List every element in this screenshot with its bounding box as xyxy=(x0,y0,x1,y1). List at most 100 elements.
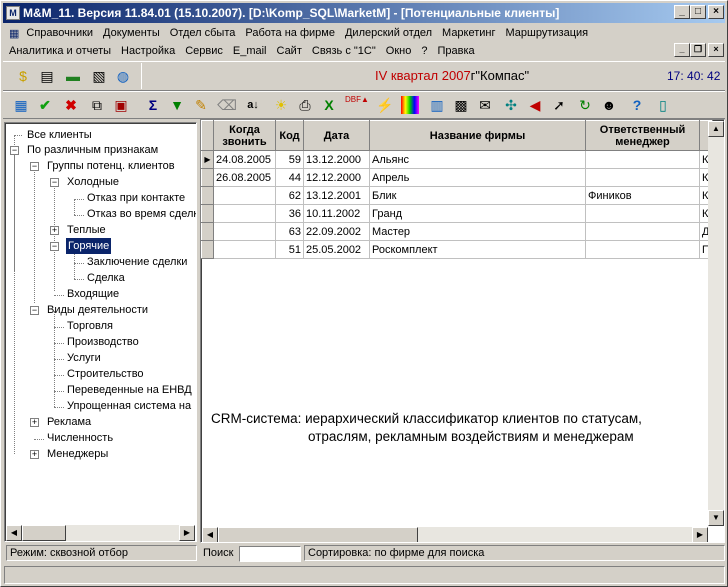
cash-icon[interactable]: ▬ xyxy=(63,66,83,86)
col-header-firm-name[interactable]: Название фирмы xyxy=(369,120,586,151)
menu-item-window[interactable]: Окно xyxy=(381,45,417,57)
checkmark-icon[interactable]: ✔ xyxy=(35,95,55,115)
print-record-icon[interactable]: ▣ xyxy=(111,95,131,115)
tree-collapse-toggle[interactable]: − xyxy=(50,178,59,187)
menu-item-analytics[interactable]: Аналитика и отчеты xyxy=(3,45,116,57)
tree-node-services[interactable]: Услуги xyxy=(67,350,101,366)
calculator-icon[interactable]: ▤ xyxy=(37,66,57,86)
menu-item-sales[interactable]: Отдел сбыта xyxy=(165,27,241,39)
filter-icon[interactable]: ▼ xyxy=(167,95,187,115)
tree-collapse-toggle[interactable]: − xyxy=(30,162,39,171)
cell-firm-name[interactable]: Апрель xyxy=(369,168,586,187)
tree-collapse-toggle[interactable]: − xyxy=(10,146,19,155)
search-input[interactable] xyxy=(239,546,301,562)
printer-icon[interactable]: ⎙ xyxy=(295,95,315,115)
menu-item-site[interactable]: Сайт xyxy=(272,45,307,57)
user-check-icon[interactable]: ☻ xyxy=(599,95,619,115)
dbf-export-icon[interactable]: DBF▲ xyxy=(345,95,369,115)
scroll-right-icon[interactable]: ▶ xyxy=(692,527,708,542)
menu-item-service[interactable]: Сервис xyxy=(180,45,228,57)
pen-icon[interactable]: ✎ xyxy=(191,95,211,115)
tree-node-headcount[interactable]: Численность xyxy=(47,430,113,446)
maximize-button[interactable]: □ xyxy=(690,5,706,19)
cursor-icon[interactable]: ➚ xyxy=(549,95,569,115)
menu-item-routing[interactable]: Маршрутизация xyxy=(501,27,594,39)
tree-node-cold[interactable]: Холодные xyxy=(67,174,119,190)
tree-node-simplified[interactable]: Упрощенная система на xyxy=(67,398,191,414)
tree-horizontal-scrollbar[interactable]: ◀ ▶ xyxy=(6,525,195,541)
cell-code[interactable]: 36 xyxy=(275,204,304,223)
menu-item-edit[interactable]: Правка xyxy=(432,45,479,57)
tree-node-deal[interactable]: Сделка xyxy=(87,270,125,286)
cell-date[interactable]: 13.12.2001 xyxy=(303,186,370,205)
cell-manager[interactable] xyxy=(585,204,700,223)
cell-date[interactable]: 12.12.2000 xyxy=(303,168,370,187)
cell-manager[interactable]: Фиников xyxy=(585,186,700,205)
menu-item-settings[interactable]: Настройка xyxy=(116,45,180,57)
refresh-icon[interactable]: ↻ xyxy=(575,95,595,115)
calendar-icon[interactable]: ▩ xyxy=(451,95,471,115)
table-row[interactable]: 36 10.11.2002 Гранд К xyxy=(201,204,713,223)
table-row[interactable]: 63 22.09.2002 Мастер Д xyxy=(201,222,713,241)
tree-expand-toggle[interactable]: + xyxy=(30,450,39,459)
clients-grid[interactable]: Когда звонить Код Дата Название фирмы От… xyxy=(200,119,725,543)
app-icon[interactable]: M xyxy=(6,6,20,20)
cell-manager[interactable] xyxy=(585,168,700,187)
close-button[interactable]: × xyxy=(708,5,724,19)
menu-item-1c-link[interactable]: Связь с "1С" xyxy=(307,45,381,57)
scroll-right-icon[interactable]: ▶ xyxy=(179,525,195,541)
menu-item-dealer[interactable]: Дилерский отдел xyxy=(340,27,437,39)
cell-code[interactable]: 59 xyxy=(275,150,304,169)
tree-node-hot[interactable]: Горячие xyxy=(66,238,112,254)
cell-call-when[interactable] xyxy=(213,186,276,205)
tree-node-trade[interactable]: Торговля xyxy=(67,318,113,334)
globe-icon[interactable]: ◍ xyxy=(113,66,133,86)
menu-item-email[interactable]: E_mail xyxy=(228,45,272,57)
sum-icon[interactable]: Σ xyxy=(143,95,163,115)
lightbulb-icon[interactable]: ☀ xyxy=(271,95,291,115)
menu-item-marketing[interactable]: Маркетинг xyxy=(437,27,500,39)
col-header-call-when[interactable]: Когда звонить xyxy=(213,120,276,151)
tree-collapse-toggle[interactable]: − xyxy=(30,306,39,315)
delete-icon[interactable]: ✖ xyxy=(61,95,81,115)
menu-item-references[interactable]: Справочники xyxy=(21,27,98,39)
cell-date[interactable]: 22.09.2002 xyxy=(303,222,370,241)
classifier-tree[interactable]: Все клиенты − По различным признакам − Г… xyxy=(4,122,197,542)
lightning-icon[interactable]: ⚡ xyxy=(375,95,395,115)
help-icon[interactable]: ? xyxy=(627,95,647,115)
cell-manager[interactable] xyxy=(585,240,700,259)
grid-horizontal-scrollbar[interactable]: ◀ ▶ xyxy=(202,527,708,542)
scroll-left-icon[interactable]: ◀ xyxy=(202,527,218,542)
cell-call-when[interactable]: 26.08.2005 xyxy=(213,168,276,187)
envelope-icon[interactable]: ✉ xyxy=(475,95,495,115)
money-icon[interactable]: $ xyxy=(13,66,33,86)
cell-code[interactable]: 44 xyxy=(275,168,304,187)
tree-node-warm[interactable]: Теплые xyxy=(67,222,106,238)
cell-code[interactable]: 63 xyxy=(275,222,304,241)
cell-date[interactable]: 13.12.2000 xyxy=(303,150,370,169)
tree-collapse-toggle[interactable]: − xyxy=(50,242,59,251)
cell-call-when[interactable] xyxy=(213,222,276,241)
cell-firm-name[interactable]: Роскомплект xyxy=(369,240,586,259)
tree-node-activity-types[interactable]: Виды деятельности xyxy=(47,302,148,318)
tree-node-potential-groups[interactable]: Группы потенц. клиентов xyxy=(47,158,175,174)
tree-node-managers[interactable]: Менеджеры xyxy=(47,446,108,462)
scroll-down-icon[interactable]: ▼ xyxy=(708,510,724,526)
col-header-code[interactable]: Код xyxy=(275,120,304,151)
notebook-icon[interactable]: ▥ xyxy=(427,95,447,115)
tree-node-incoming[interactable]: Входящие xyxy=(67,286,119,302)
scroll-left-icon[interactable]: ◀ xyxy=(6,525,22,541)
cell-firm-name[interactable]: Альянс xyxy=(369,150,586,169)
tree-node-refused-deal[interactable]: Отказ во время сделки xyxy=(87,206,196,222)
col-header-date[interactable]: Дата xyxy=(303,120,370,151)
tree-node-advertising[interactable]: Реклама xyxy=(47,414,91,430)
menu-item-documents[interactable]: Документы xyxy=(98,27,165,39)
table-row[interactable]: 62 13.12.2001 Блик Фиников К xyxy=(201,186,713,205)
copy-record-icon[interactable]: ⧉ xyxy=(87,95,107,115)
cell-call-when[interactable]: 24.08.2005 xyxy=(213,150,276,169)
tree-node-envd[interactable]: Переведенные на ЕНВД xyxy=(67,382,192,398)
mdi-close-button[interactable]: × xyxy=(708,43,724,57)
tree-node-construction[interactable]: Строительство xyxy=(67,366,144,382)
cell-firm-name[interactable]: Блик xyxy=(369,186,586,205)
tree-node-by-features[interactable]: По различным признакам xyxy=(27,142,158,158)
